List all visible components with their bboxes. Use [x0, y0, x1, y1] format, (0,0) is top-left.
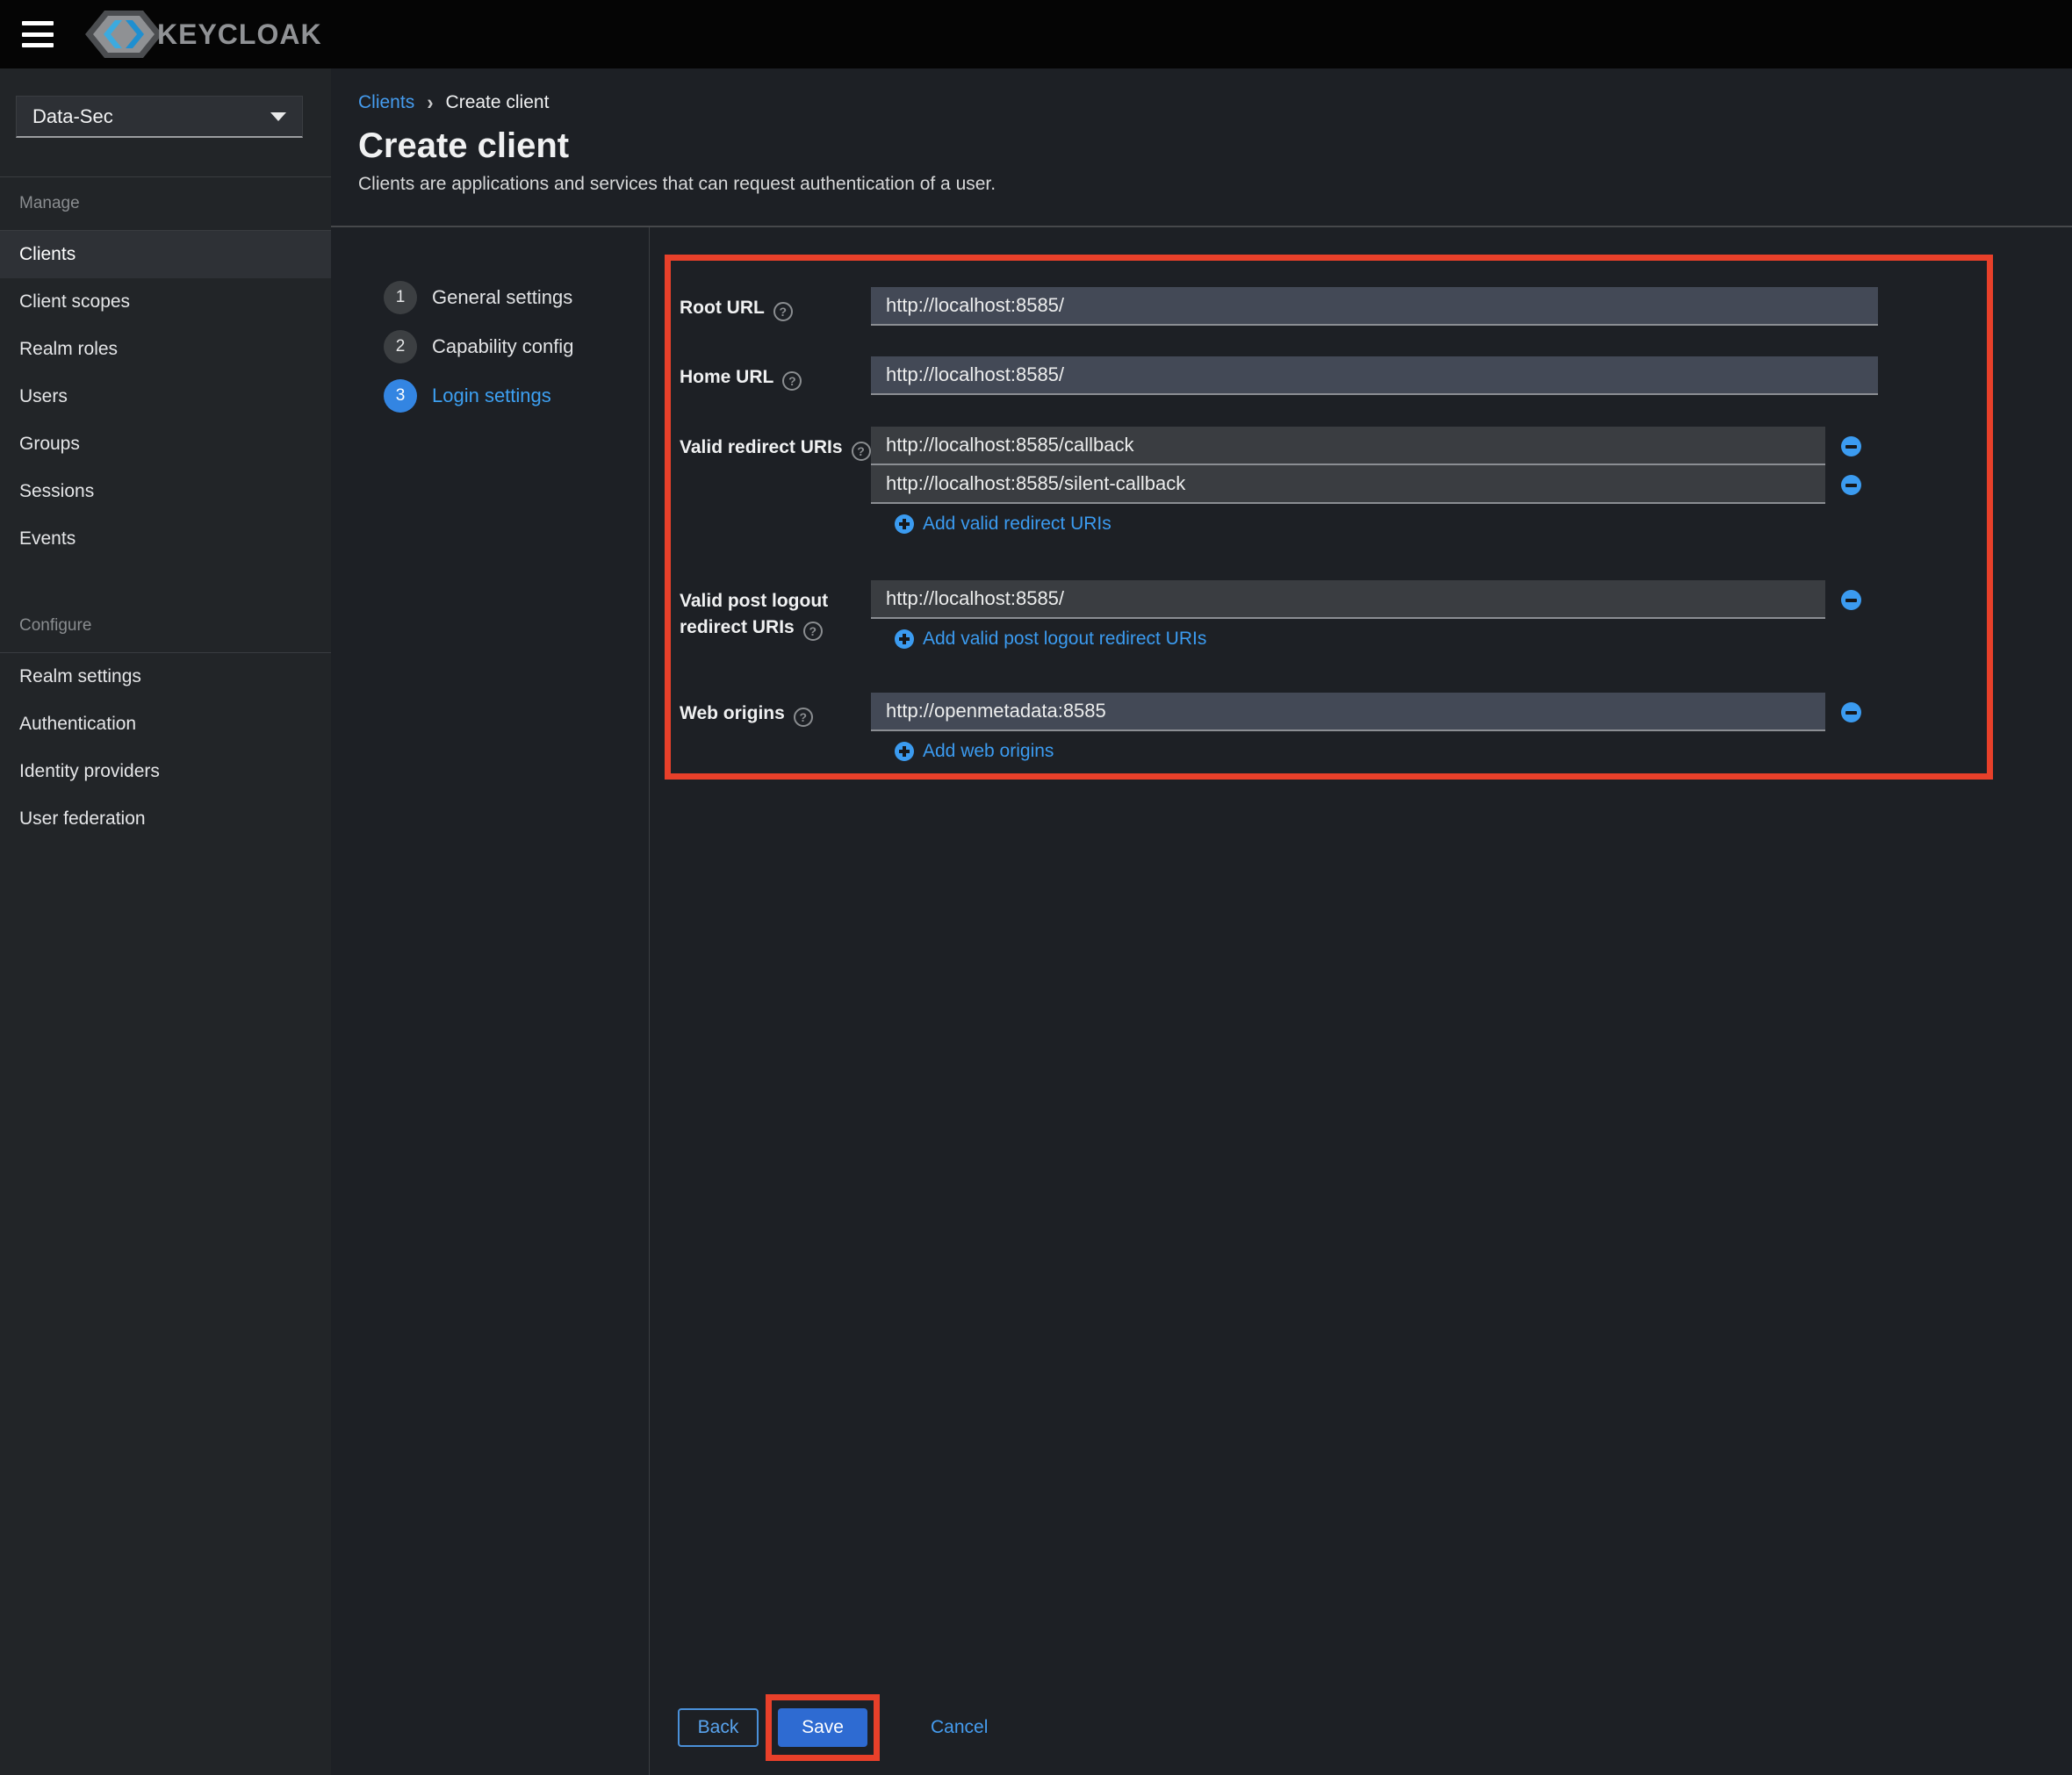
field-label-text: Valid redirect URIs [680, 437, 843, 457]
remove-redirect-uri-1-icon[interactable] [1841, 435, 1861, 456]
sidebar-item-authentication[interactable]: Authentication [0, 701, 331, 748]
sidebar-item-client-scopes[interactable]: Client scopes [0, 278, 331, 326]
add-link-label: Add valid post logout redirect URIs [923, 629, 1207, 649]
root-url-input[interactable] [871, 287, 1878, 326]
help-icon[interactable] [802, 622, 823, 641]
page-description: Clients are applications and services th… [358, 174, 996, 194]
wizard-nav: 1 General settings 2 Capability config 3… [331, 227, 650, 1775]
chevron-down-icon [270, 111, 286, 121]
sidebar-item-identity-providers[interactable]: Identity providers [0, 748, 331, 795]
help-icon[interactable] [773, 302, 793, 321]
form-row-home-url: Home URL [680, 356, 1878, 395]
cancel-button[interactable]: Cancel [931, 1717, 988, 1738]
field-label-home-url: Home URL [680, 356, 871, 395]
web-origins-input[interactable] [871, 693, 1825, 731]
wizard-step-number: 3 [384, 379, 417, 413]
add-link-label: Add web origins [923, 741, 1054, 761]
plus-icon [895, 742, 914, 761]
field-label-text: Home URL [680, 367, 774, 387]
redirect-uri-input-2[interactable] [871, 465, 1825, 504]
remove-redirect-uri-2-icon[interactable] [1841, 474, 1861, 495]
plus-icon [895, 514, 914, 534]
breadcrumb: Clients › Create client [358, 90, 2072, 115]
section-header-manage: Manage [19, 194, 80, 212]
field-label-text: Root URL [680, 298, 765, 318]
remove-web-origin-icon[interactable] [1841, 701, 1861, 722]
post-logout-uri-input[interactable] [871, 580, 1825, 619]
wizard-step-label: Capability config [432, 335, 574, 357]
sidebar-item-user-federation[interactable]: User federation [0, 795, 331, 843]
redirect-uri-input-1[interactable] [871, 427, 1825, 465]
login-settings-form: Root URL Home URL [650, 227, 2072, 1775]
sidebar-item-users[interactable]: Users [0, 373, 331, 420]
page-header: Clients › Create client Create client Cl… [331, 68, 2072, 227]
main-area: Clients › Create client Create client Cl… [331, 68, 2072, 1775]
wizard-step-general-settings[interactable]: 1 General settings [384, 281, 649, 314]
field-label-root-url: Root URL [680, 287, 871, 326]
help-icon[interactable] [851, 442, 871, 461]
masthead: KEYCLOAK [0, 0, 2072, 68]
sidebar-item-events[interactable]: Events [0, 515, 331, 563]
wizard-step-number: 1 [384, 281, 417, 314]
back-button[interactable]: Back [678, 1708, 759, 1747]
help-icon[interactable] [793, 708, 813, 727]
page-title: Create client [358, 126, 570, 165]
add-valid-redirect-uris-button[interactable]: Add valid redirect URIs [895, 514, 1112, 535]
form-row-root-url: Root URL [680, 287, 1878, 326]
form-row-post-logout-redirect-uris: Valid post logout redirect URIs Add vali… [680, 580, 1861, 650]
remove-post-logout-uri-icon[interactable] [1841, 589, 1861, 610]
sidebar-item-realm-roles[interactable]: Realm roles [0, 326, 331, 373]
field-label-post-logout-redirect-uris: Valid post logout redirect URIs [680, 580, 871, 650]
realm-name: Data-Sec [32, 104, 113, 127]
form-row-web-origins: Web origins Add web origins [680, 693, 1861, 762]
keycloak-logo: KEYCLOAK [85, 5, 322, 63]
save-button[interactable]: Save [778, 1708, 867, 1747]
annotation-highlight-save: Save [766, 1694, 880, 1761]
field-label-web-origins: Web origins [680, 693, 871, 762]
breadcrumb-current: Create client [445, 92, 550, 112]
brand-text: KEYCLOAK [157, 18, 322, 50]
keycloak-logo-icon [85, 11, 162, 58]
wizard-step-login-settings[interactable]: 3 Login settings [384, 379, 649, 413]
sidebar-item-sessions[interactable]: Sessions [0, 468, 331, 515]
home-url-input[interactable] [871, 356, 1878, 395]
breadcrumb-chevron-icon: › [427, 90, 434, 115]
help-icon[interactable] [782, 371, 802, 391]
wizard-step-label: General settings [432, 286, 573, 308]
add-post-logout-redirect-uris-button[interactable]: Add valid post logout redirect URIs [895, 629, 1206, 650]
plus-icon [895, 629, 914, 649]
wizard-step-label: Login settings [432, 384, 551, 406]
sidebar-item-realm-settings[interactable]: Realm settings [0, 653, 331, 701]
realm-selector[interactable]: Data-Sec [16, 96, 303, 138]
wizard-step-number: 2 [384, 330, 417, 363]
form-row-valid-redirect-uris: Valid redirect URIs Add [680, 427, 1861, 535]
form-actions: Back Save Cancel [678, 1694, 988, 1761]
add-web-origins-button[interactable]: Add web origins [895, 741, 1054, 762]
sidebar-item-clients[interactable]: Clients [0, 231, 331, 278]
breadcrumb-link-clients[interactable]: Clients [358, 92, 414, 113]
field-label-text: Web origins [680, 703, 785, 723]
section-header-configure: Configure [19, 616, 92, 635]
field-label-valid-redirect-uris: Valid redirect URIs [680, 427, 871, 535]
sidebar-item-groups[interactable]: Groups [0, 420, 331, 468]
hamburger-menu-icon[interactable] [22, 21, 57, 47]
add-link-label: Add valid redirect URIs [923, 514, 1112, 534]
wizard-step-capability-config[interactable]: 2 Capability config [384, 330, 649, 363]
sidebar: Data-Sec Manage Clients Client scopes Re… [0, 68, 331, 1775]
